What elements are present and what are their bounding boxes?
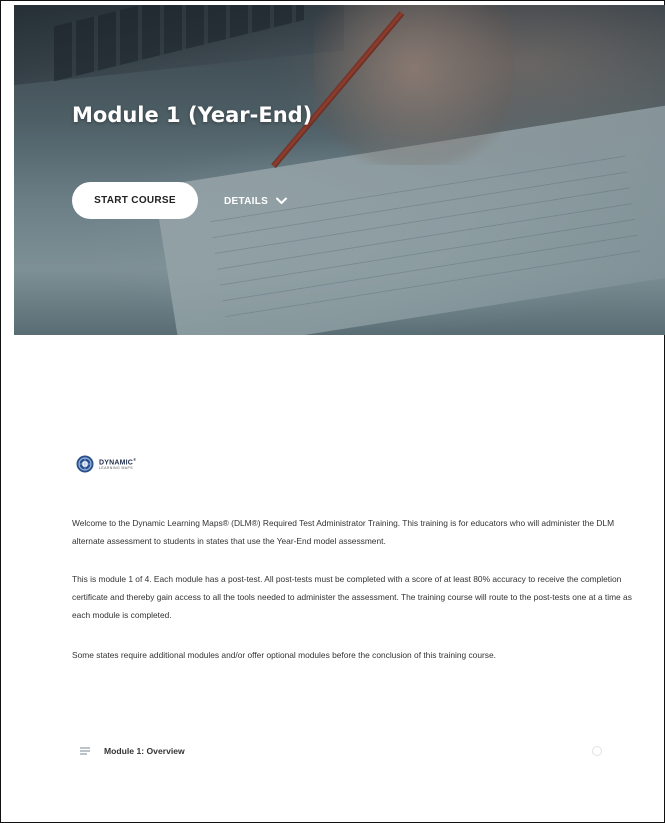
lines-icon [80, 747, 90, 755]
details-toggle[interactable]: DETAILS [224, 192, 288, 210]
module-title: Module 1: Overview [104, 746, 185, 756]
chevron-down-icon [276, 197, 288, 204]
dlm-logo-subtext: LEARNING MAPS [99, 465, 133, 470]
dlm-logo-text: DYNAMIC® LEARNING MAPS [99, 456, 137, 471]
module-list-item[interactable]: Module 1: Overview [72, 742, 602, 760]
start-course-button[interactable]: START COURSE [72, 182, 198, 219]
hero-image-overlay [14, 5, 665, 335]
course-title: Module 1 (Year-End) [72, 103, 313, 127]
intro-paragraph-2: This is module 1 of 4. Each module has a… [72, 574, 632, 620]
intro-paragraph-1: Welcome to the Dynamic Learning Maps® (D… [72, 518, 615, 546]
course-hero: Module 1 (Year-End) START COURSE DETAILS [14, 5, 665, 335]
intro-paragraph-3: Some states require additional modules a… [72, 650, 496, 660]
details-label: DETAILS [224, 195, 269, 207]
dlm-logo: DYNAMIC® LEARNING MAPS [76, 455, 136, 473]
circle-icon [592, 746, 602, 756]
dlm-logo-mark-icon [76, 455, 94, 473]
dlm-logo-main-text: DYNAMIC® [99, 456, 137, 466]
